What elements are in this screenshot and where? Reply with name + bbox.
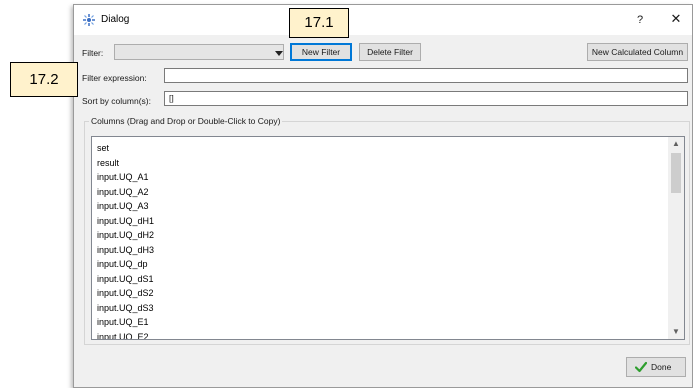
done-button[interactable]: Done [626,357,686,377]
columns-group-title: Columns (Drag and Drop or Double-Click t… [89,116,283,126]
close-button[interactable]: ✕ [666,10,686,28]
list-item[interactable]: input.UQ_E2 [97,330,154,340]
chevron-down-icon[interactable]: ▼ [668,325,684,339]
scroll-thumb[interactable] [671,153,681,193]
window-title: Dialog [101,14,130,25]
help-button[interactable]: ? [630,12,650,28]
list-item[interactable]: result [97,156,154,171]
list-item[interactable]: input.UQ_dH1 [97,214,154,229]
filter-expression-label: Filter expression: [82,73,147,83]
list-item[interactable]: input.UQ_dH2 [97,228,154,243]
app-icon [83,14,95,26]
list-item[interactable]: input.UQ_A3 [97,199,154,214]
columns-list-items: set result input.UQ_A1 input.UQ_A2 input.UQ_… [97,141,154,340]
list-item[interactable]: input.UQ_dS1 [97,272,154,287]
list-item[interactable]: input.UQ_A1 [97,170,154,185]
columns-list[interactable]: set result input.UQ_A1 input.UQ_A2 input.UQ_… [91,136,685,340]
callout-filter-expression: 17.2 [10,62,78,97]
title-bar: Dialog ? ✕ [74,5,692,35]
columns-group: Columns (Drag and Drop or Double-Click t… [84,116,690,345]
sort-by-input[interactable]: [] [164,91,688,106]
filter-label: Filter: [82,48,104,58]
list-item[interactable]: input.UQ_E1 [97,315,154,330]
vertical-scrollbar[interactable]: ▲ ▼ [668,137,684,339]
done-label: Done [651,362,672,372]
list-item[interactable]: input.UQ_dp [97,257,154,272]
list-item[interactable]: input.UQ_dS3 [97,301,154,316]
sort-by-label: Sort by column(s): [82,96,151,106]
list-item[interactable]: input.UQ_dS2 [97,286,154,301]
dialog-window: Dialog ? ✕ Filter: New Filter Delete Fil… [73,4,693,388]
list-item[interactable]: input.UQ_A2 [97,185,154,200]
filter-expression-input[interactable] [164,68,688,83]
new-filter-button[interactable]: New Filter [290,43,352,61]
filter-select[interactable] [114,44,284,60]
delete-filter-button[interactable]: Delete Filter [359,43,421,61]
new-calculated-column-button[interactable]: New Calculated Column [587,43,688,61]
callout-new-filter: 17.1 [289,8,349,38]
list-item[interactable]: input.UQ_dH3 [97,243,154,258]
chevron-up-icon[interactable]: ▲ [668,137,684,151]
list-item[interactable]: set [97,141,154,156]
checkmark-icon [635,361,647,373]
